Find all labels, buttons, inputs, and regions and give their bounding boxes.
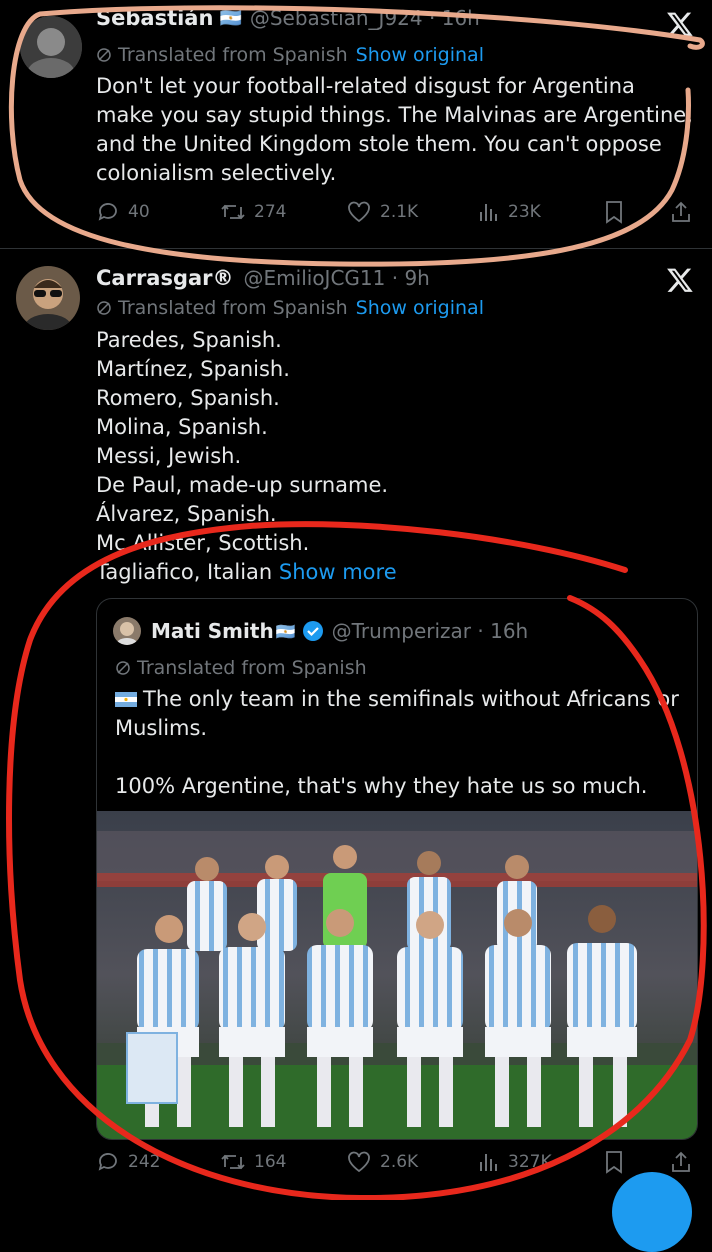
heart-icon bbox=[348, 1151, 370, 1173]
repost-count: 274 bbox=[254, 202, 287, 222]
share-button[interactable] bbox=[670, 200, 700, 224]
x-logo-icon bbox=[667, 12, 693, 36]
author-name[interactable]: Carrasgar® bbox=[96, 266, 234, 290]
text-line: De Paul, made-up surname. bbox=[96, 473, 389, 497]
repost-button[interactable]: 274 bbox=[220, 200, 286, 224]
author-name[interactable]: Sebastián bbox=[96, 6, 213, 30]
like-button[interactable]: 2.6K bbox=[346, 1150, 418, 1174]
heart-icon bbox=[348, 201, 370, 223]
share-icon bbox=[672, 1151, 690, 1172]
views-button[interactable]: 327K bbox=[478, 1150, 552, 1174]
author-name[interactable]: Mati Smith bbox=[151, 619, 274, 643]
x-logo-icon bbox=[667, 268, 693, 292]
show-more-link[interactable]: Show more bbox=[279, 560, 397, 584]
text-line: Mc Allister, Scottish. bbox=[96, 531, 310, 555]
repost-button[interactable]: 164 bbox=[220, 1150, 286, 1174]
quoted-text: The only team in the semifinals without … bbox=[115, 685, 685, 801]
reply-icon bbox=[98, 203, 117, 221]
views-icon bbox=[480, 1154, 497, 1171]
quoted-text-line: The only team in the semifinals without … bbox=[115, 687, 679, 740]
views-button[interactable]: 23K bbox=[478, 200, 541, 224]
author-handle[interactable]: @Sebastian_J924 · 16h bbox=[250, 6, 480, 30]
text-line: Romero, Spanish. bbox=[96, 386, 280, 410]
bookmark-icon bbox=[606, 1151, 622, 1174]
text-line: Paredes, Spanish. bbox=[96, 328, 282, 352]
bookmark-button[interactable] bbox=[604, 200, 632, 224]
tweet-text: Don't let your football-related disgust … bbox=[96, 74, 693, 185]
translated-label: Translated from Spanish bbox=[118, 44, 348, 66]
avatar[interactable] bbox=[16, 266, 80, 330]
reply-button[interactable]: 40 bbox=[96, 200, 150, 224]
bookmark-icon bbox=[606, 201, 622, 224]
quoted-text-line: 100% Argentine, that's why they hate us … bbox=[115, 774, 648, 798]
team-photo-image bbox=[97, 811, 697, 1139]
avatar[interactable] bbox=[113, 617, 141, 645]
compose-button[interactable] bbox=[612, 1172, 692, 1252]
quoted-tweet[interactable]: Mati Smith 🇦🇷 @Trumperizar · 16h Transla… bbox=[96, 598, 698, 1140]
name-flags: 🇦🇷 bbox=[219, 7, 242, 29]
like-count: 2.6K bbox=[380, 1152, 419, 1172]
text-line: Martínez, Spanish. bbox=[96, 357, 290, 381]
like-count: 2.1K bbox=[380, 202, 419, 222]
author-handle[interactable]: @EmilioJCG11 · 9h bbox=[244, 266, 430, 290]
text-line: Messi, Jewish. bbox=[96, 444, 242, 468]
text-line: Álvarez, Spanish. bbox=[96, 502, 277, 526]
reply-count: 242 bbox=[128, 1152, 161, 1172]
views-icon bbox=[480, 204, 497, 221]
avatar[interactable] bbox=[20, 16, 82, 78]
reply-icon bbox=[98, 1153, 117, 1171]
translated-label: Translated from Spanish bbox=[118, 297, 348, 319]
show-original-link[interactable]: Show original bbox=[356, 297, 484, 319]
reply-button[interactable]: 242 bbox=[96, 1150, 160, 1174]
text-line: Tagliafico, Italian bbox=[96, 560, 273, 584]
reply-count: 40 bbox=[128, 202, 150, 222]
repost-icon bbox=[221, 204, 245, 220]
text-line: Molina, Spanish. bbox=[96, 415, 268, 439]
translate-icon bbox=[116, 661, 130, 675]
translated-label: Translated from Spanish bbox=[137, 657, 367, 679]
team-photo[interactable] bbox=[97, 811, 697, 1139]
share-button[interactable] bbox=[670, 1150, 700, 1174]
views-count: 327K bbox=[508, 1152, 552, 1172]
author-handle[interactable]: @Trumperizar · 16h bbox=[332, 619, 529, 643]
views-count: 23K bbox=[508, 202, 541, 222]
name-flag: 🇦🇷 bbox=[275, 621, 296, 641]
share-icon bbox=[672, 201, 690, 222]
show-original-link[interactable]: Show original bbox=[356, 44, 484, 66]
tweet-text: Paredes, Spanish. Martínez, Spanish. Rom… bbox=[96, 326, 696, 587]
divider bbox=[0, 248, 712, 249]
verified-badge-icon bbox=[302, 621, 323, 641]
argentina-flag-icon bbox=[115, 692, 137, 707]
translate-icon bbox=[97, 301, 111, 315]
bookmark-button[interactable] bbox=[604, 1150, 632, 1174]
repost-icon bbox=[221, 1154, 245, 1170]
translate-icon bbox=[97, 48, 111, 62]
like-button[interactable]: 2.1K bbox=[346, 200, 418, 224]
repost-count: 164 bbox=[254, 1152, 287, 1172]
